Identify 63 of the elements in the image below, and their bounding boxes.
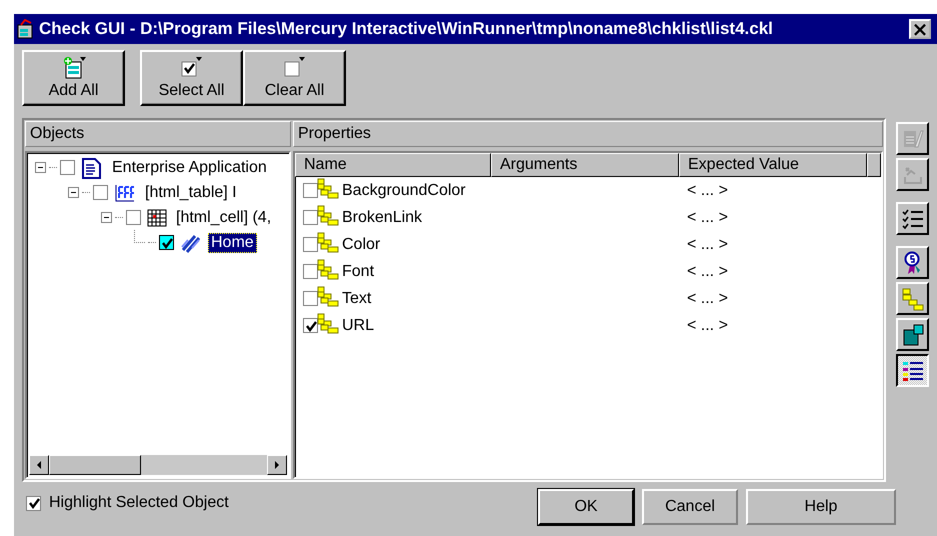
squares-icon — [900, 322, 924, 346]
expected-value: < ... > — [687, 290, 728, 308]
window-title: Check GUI - D:\Program Files\Mercury Interactive\WinRunner\tmp\noname8\chklist\list4.ckl — [39, 19, 774, 39]
bricks-icon — [316, 258, 340, 280]
grid-icon — [147, 208, 167, 226]
expected-value: < ... > — [687, 262, 728, 280]
tree-item[interactable]: Enterprise Application — [109, 158, 270, 178]
checkbox[interactable] — [303, 264, 318, 279]
checkbox[interactable] — [60, 160, 75, 175]
panel-header: Properties — [293, 121, 883, 147]
column-header[interactable] — [867, 153, 881, 177]
panel-header: Objects — [25, 121, 291, 147]
checkbox[interactable] — [93, 185, 108, 200]
horizontal-scrollbar[interactable] — [29, 455, 287, 475]
property-name: Font — [342, 262, 374, 280]
tree-item[interactable]: Home — [208, 232, 257, 252]
dialog-button[interactable]: Cancel — [642, 489, 738, 525]
column-header[interactable]: Arguments — [491, 153, 679, 177]
dialog-button[interactable]: OK — [538, 489, 634, 525]
checkbox[interactable] — [303, 237, 318, 252]
table-icon — [114, 182, 136, 202]
left-arrow-icon — [35, 460, 43, 470]
tree-line — [134, 230, 145, 243]
property-name: URL — [342, 316, 374, 334]
checkbox[interactable] — [26, 496, 41, 510]
right-arrow-icon — [273, 460, 281, 470]
close-button[interactable]: × — [909, 19, 931, 39]
checkbox[interactable] — [303, 318, 318, 333]
chain-link-icon — [180, 232, 202, 252]
toolbar-button[interactable]: Clear All — [243, 50, 346, 106]
expected-value: < ... > — [687, 208, 728, 226]
checkbox[interactable] — [159, 235, 174, 250]
collapse-toggle[interactable] — [35, 162, 46, 173]
checkbox[interactable] — [126, 210, 141, 225]
toolbar-button[interactable]: Add All — [22, 50, 125, 106]
bricks-icon — [316, 204, 340, 226]
document-icon — [81, 156, 103, 178]
tree-item[interactable]: [html_cell] (4, — [173, 208, 274, 228]
dialog-button[interactable]: Help — [746, 489, 896, 525]
expected-value: < ... > — [687, 236, 728, 254]
side-toolbar-button[interactable] — [896, 354, 929, 387]
bricks-icon — [316, 312, 340, 334]
checkbox[interactable] — [303, 291, 318, 306]
bricks-icon — [316, 286, 340, 308]
property-name: Color — [342, 236, 380, 254]
checkbox-label: Highlight Selected Object — [49, 494, 229, 512]
property-name: BackgroundColor — [342, 182, 466, 200]
checkbox[interactable] — [303, 210, 318, 225]
collapse-toggle[interactable] — [68, 187, 79, 198]
collapse-toggle[interactable] — [101, 212, 112, 223]
bricks-icon — [316, 232, 340, 254]
toolbar-button[interactable]: Select All — [140, 50, 243, 106]
column-header[interactable]: Expected Value — [679, 153, 867, 177]
expected-value: < ... > — [687, 182, 728, 200]
checkbox[interactable] — [303, 183, 318, 198]
checklist-icon — [900, 206, 924, 230]
property-name: BrokenLink — [342, 208, 422, 226]
expected-value: < ... > — [687, 316, 728, 334]
tree-item[interactable]: [html_table] I — [142, 182, 240, 202]
property-name: Text — [342, 290, 372, 308]
column-header[interactable]: Name — [295, 153, 491, 177]
bricks-icon — [900, 286, 924, 310]
bricks-icon — [316, 178, 340, 200]
